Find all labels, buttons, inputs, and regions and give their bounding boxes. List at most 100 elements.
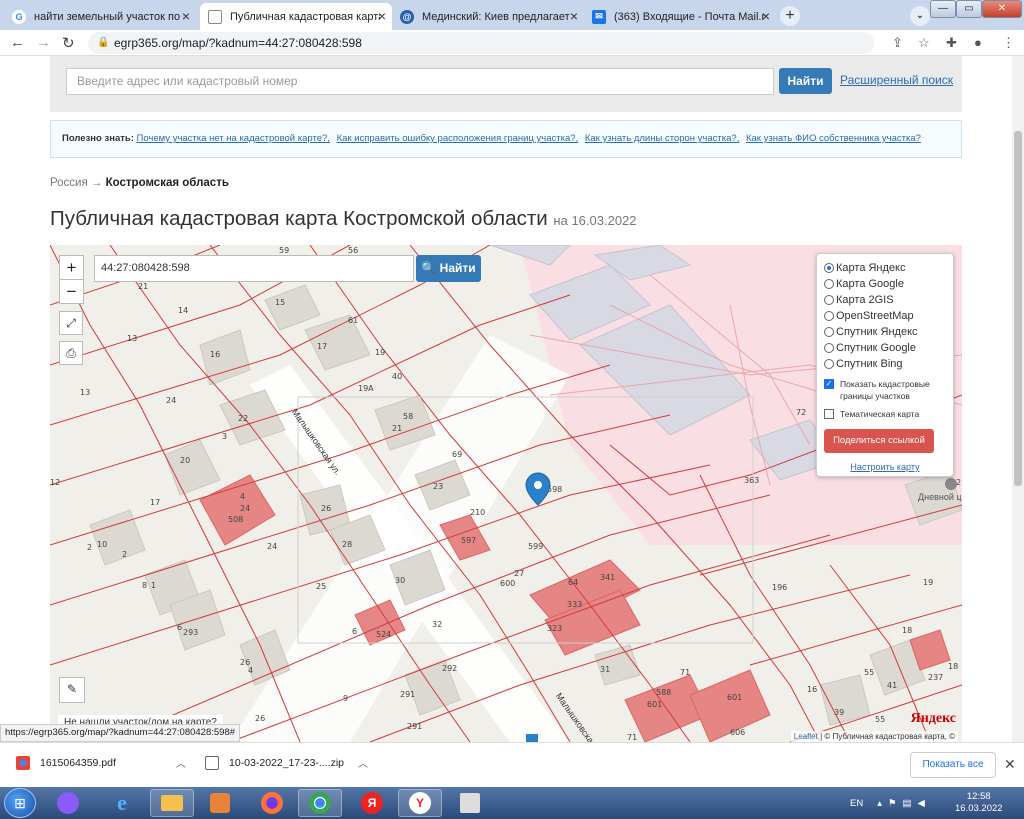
configure-map-link[interactable]: Настроить карту xyxy=(824,462,946,472)
print-icon[interactable]: ⎙ xyxy=(59,341,83,365)
checkbox-checked-icon[interactable]: ✓ xyxy=(824,379,834,389)
extensions-icon[interactable]: ✚ xyxy=(946,35,957,51)
chevron-up-icon[interactable]: ︿ xyxy=(176,755,186,770)
leaflet-link[interactable]: Leaflet xyxy=(794,732,818,741)
parcel-number: 18 xyxy=(948,662,958,671)
tab-google-search[interactable]: G найти земельный участок по ка × xyxy=(4,3,196,30)
url-text: egrp365.org/map/?kadnum=44:27:080428:598 xyxy=(114,36,362,50)
yandex-browser-icon[interactable]: Я xyxy=(350,789,394,817)
network-icon[interactable]: ▤ xyxy=(903,798,912,809)
radio-icon[interactable] xyxy=(824,295,834,305)
share-icon[interactable]: ⇪ xyxy=(892,35,903,51)
layer-option[interactable]: OpenStreetMap xyxy=(824,308,946,324)
maximize-button[interactable]: ▭ xyxy=(956,0,982,18)
close-tab-icon[interactable]: × xyxy=(570,8,578,24)
internet-explorer-icon[interactable]: e xyxy=(100,789,144,817)
start-button[interactable]: ⊞ xyxy=(4,788,36,818)
media-player-icon[interactable] xyxy=(198,789,242,817)
close-tab-icon[interactable]: × xyxy=(182,8,190,24)
tab-mail[interactable]: ✉ (363) Входящие - Почта Mail.ru × xyxy=(584,3,776,30)
cadastral-map[interactable]: 21 14 15 61 17 19 13 16 40 19А 13 24 22 58 21 3 69 20 4 24 5… xyxy=(50,245,962,742)
back-arrow-icon[interactable]: ← xyxy=(10,34,25,51)
reload-icon[interactable]: ↻ xyxy=(62,34,75,52)
volume-icon[interactable]: ◀ xyxy=(918,798,925,809)
thematic-option[interactable]: Тематическая карта xyxy=(824,408,946,420)
zoom-out-button[interactable]: − xyxy=(59,279,84,304)
layer-option[interactable]: Карта Яндекс xyxy=(824,260,946,276)
radio-icon[interactable] xyxy=(824,359,834,369)
tab-search-button[interactable]: ⌄ xyxy=(910,6,930,26)
parcel-number: 333 xyxy=(567,600,582,609)
poi-icon[interactable] xyxy=(945,478,957,490)
menu-dots-icon[interactable]: ⋮ xyxy=(1002,35,1015,51)
tab-cadastral-map[interactable]: Публичная кадастровая карта К × xyxy=(200,3,392,30)
close-tab-icon[interactable]: × xyxy=(762,8,770,24)
tray-arrow-icon[interactable]: ▴ xyxy=(877,798,882,809)
flag-icon[interactable]: ⚑ xyxy=(888,798,897,809)
profile-icon[interactable]: ● xyxy=(974,35,982,50)
map-search-button[interactable]: 🔍 Найти xyxy=(416,255,481,282)
radio-icon[interactable] xyxy=(824,263,834,273)
chevron-up-icon[interactable]: ︿ xyxy=(358,755,368,770)
language-indicator[interactable]: EN xyxy=(850,798,863,809)
search-button[interactable]: Найти xyxy=(779,68,832,94)
ruler-icon[interactable]: ✎ xyxy=(59,677,85,703)
download-item[interactable]: 1615064359.pdf ︿ xyxy=(16,755,186,770)
close-tab-icon[interactable]: × xyxy=(378,8,386,24)
parcel-number: 72 xyxy=(796,408,806,417)
layer-option[interactable]: Карта 2GIS xyxy=(824,292,946,308)
parcel-number: 19 xyxy=(923,578,933,587)
layer-option[interactable]: Спутник Яндекс xyxy=(824,324,946,340)
hint-link[interactable]: Как узнать длины сторон участка?, xyxy=(585,133,739,144)
radio-icon[interactable] xyxy=(824,279,834,289)
hint-link[interactable]: Почему участка нет на кадастровой карте?… xyxy=(137,133,330,144)
parcel-number: 17 xyxy=(150,498,160,507)
address-bar: ← → ↻ 🔒 egrp365.org/map/?kadnum=44:27:08… xyxy=(0,30,1024,56)
chrome-icon[interactable] xyxy=(298,789,342,817)
scrollbar-thumb[interactable] xyxy=(1014,131,1022,486)
clock-time: 12:58 xyxy=(966,791,991,802)
address-search-input[interactable]: Введите адрес или кадастровый номер xyxy=(66,68,774,95)
clock[interactable]: 12:58 16.03.2022 xyxy=(955,791,1003,815)
advanced-search-link[interactable]: Расширенный поиск xyxy=(840,73,953,87)
radio-icon[interactable] xyxy=(824,343,834,353)
page-icon xyxy=(208,9,222,24)
file-explorer-icon[interactable] xyxy=(150,789,194,817)
zoom-in-button[interactable]: + xyxy=(59,255,84,280)
forward-arrow-icon[interactable]: → xyxy=(36,34,51,51)
show-all-downloads-button[interactable]: Показать все xyxy=(910,752,996,778)
page-scrollbar[interactable] xyxy=(1012,56,1024,742)
breadcrumb-root[interactable]: Россия xyxy=(50,177,88,189)
transport-icon[interactable] xyxy=(526,734,538,742)
fullscreen-icon[interactable]: ⤢ xyxy=(59,311,83,335)
show-borders-option[interactable]: ✓ Показать кадастровые границы участков xyxy=(824,378,946,402)
browser-tab-bar: G найти земельный участок по ка × Публич… xyxy=(0,0,1024,30)
hint-link[interactable]: Как исправить ошибку расположения границ… xyxy=(337,133,579,144)
layer-option[interactable]: Спутник Bing xyxy=(824,356,946,372)
tab-title: Публичная кадастровая карта К xyxy=(230,10,380,23)
new-tab-button[interactable]: + xyxy=(780,6,800,26)
radio-icon[interactable] xyxy=(824,327,834,337)
alice-icon[interactable] xyxy=(46,789,90,817)
parcel-number: 8 xyxy=(142,581,147,590)
close-icon[interactable]: ✕ xyxy=(1004,756,1016,773)
tab-news[interactable]: @ Мединский: Киев предлагает ас × xyxy=(392,3,584,30)
layer-option[interactable]: Спутник Google xyxy=(824,340,946,356)
parcel-number: 291 xyxy=(400,690,415,699)
firefox-icon[interactable] xyxy=(250,789,294,817)
parcel-number: 18 xyxy=(902,626,912,635)
checkbox-icon[interactable] xyxy=(824,409,834,419)
notes-app-icon[interactable] xyxy=(448,789,492,817)
close-window-button[interactable]: ✕ xyxy=(982,0,1022,18)
hint-link[interactable]: Как узнать ФИО собственника участка? xyxy=(746,133,921,144)
share-link-button[interactable]: Поделиться ссылкой xyxy=(824,429,934,453)
layer-option[interactable]: Карта Google xyxy=(824,276,946,292)
yandex-app-icon[interactable]: Y xyxy=(398,789,442,817)
bookmark-star-icon[interactable]: ☆ xyxy=(918,35,930,51)
map-cadastral-input[interactable]: 44:27:080428:598 xyxy=(94,255,414,282)
download-item[interactable]: 10-03-2022_17-23-....zip ︿ xyxy=(205,755,368,770)
poi-label: Дневной ц xyxy=(918,492,962,502)
radio-icon[interactable] xyxy=(824,311,834,321)
url-field[interactable]: 🔒 egrp365.org/map/?kadnum=44:27:080428:5… xyxy=(88,32,874,54)
minimize-button[interactable]: — xyxy=(930,0,956,18)
